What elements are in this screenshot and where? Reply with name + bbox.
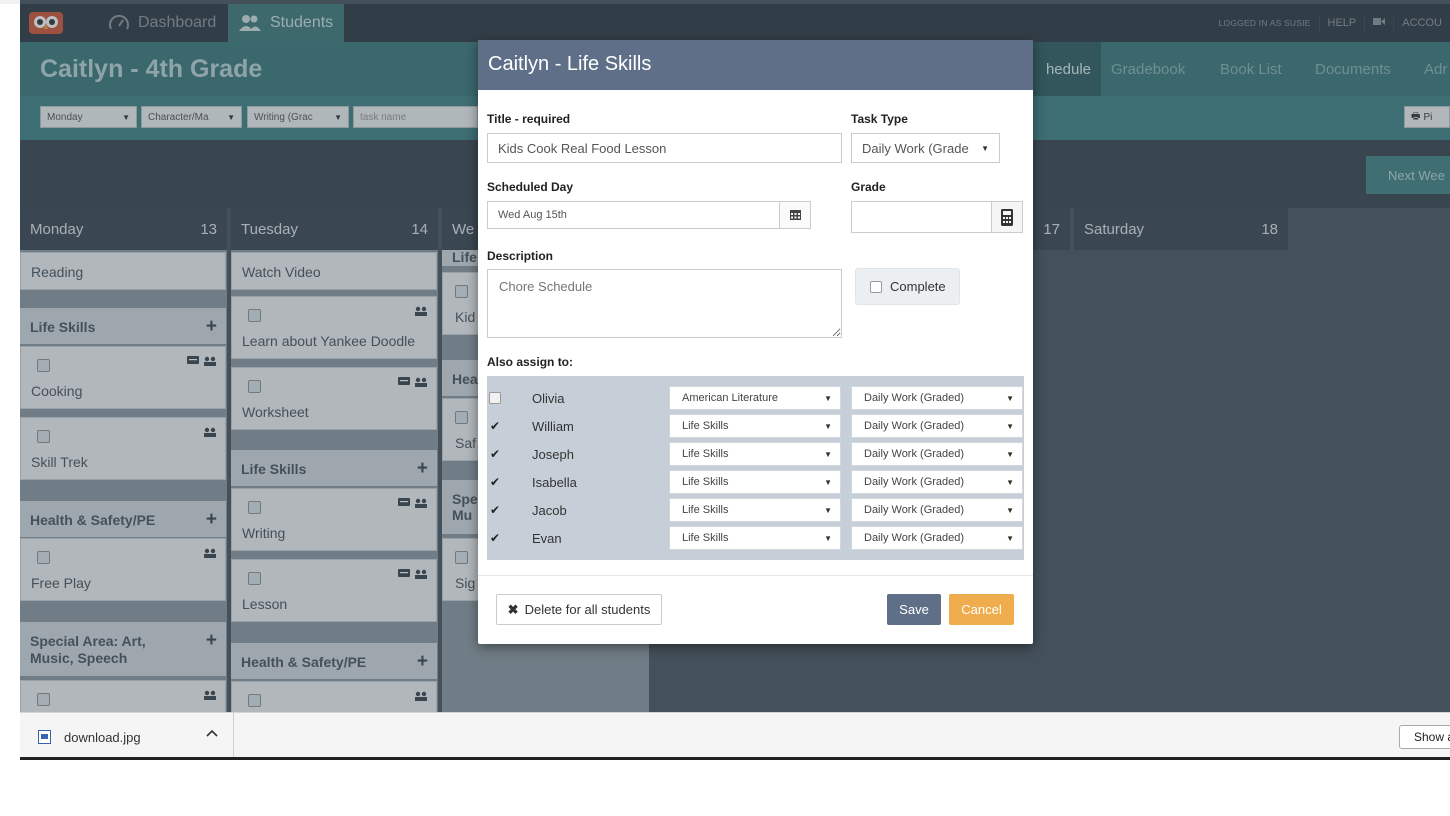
scheduled-day-label: Scheduled Day: [487, 180, 574, 194]
task-type-label: Task Type: [851, 112, 908, 126]
caret-down-icon: ▼: [824, 449, 832, 459]
task-type-value: Daily Work (Graded): [864, 504, 965, 516]
subject-value: Life Skills: [682, 532, 729, 544]
modal-title: Caitlyn - Life Skills: [478, 40, 1033, 90]
complete-label: Complete: [890, 279, 946, 294]
subject-select[interactable]: American Literature ▼: [669, 386, 841, 410]
student-name: Olivia: [532, 391, 565, 406]
show-all-button[interactable]: Show a: [1399, 725, 1450, 749]
modal-divider: [478, 575, 1033, 576]
task-type-value: Daily Work (Graded): [864, 476, 965, 488]
subject-value: Life Skills: [682, 476, 729, 488]
complete-toggle[interactable]: Complete: [855, 268, 960, 305]
task-type-select[interactable]: Daily Work (Graded) ▼: [851, 442, 1023, 466]
also-assign-label: Also assign to:: [487, 355, 574, 369]
download-item[interactable]: download.jpg: [20, 713, 234, 760]
subject-select[interactable]: Life Skills ▼: [669, 442, 841, 466]
task-type-select[interactable]: Daily Work (Graded) ▼: [851, 386, 1023, 410]
assign-checkbox-checked[interactable]: ✔: [489, 475, 501, 489]
image-file-icon: [38, 730, 51, 744]
scheduled-day-value: Wed Aug 15th: [498, 209, 567, 221]
assign-row-joseph: ✔ Joseph Life Skills ▼ Daily Work (Graded…: [487, 440, 1024, 468]
delete-all-button[interactable]: ✖ Delete for all students: [496, 594, 662, 625]
student-name: Joseph: [532, 447, 574, 462]
close-icon: ✖: [507, 601, 519, 617]
assign-students-panel: Olivia American Literature ▼ Daily Work (…: [487, 376, 1024, 560]
subject-value: American Literature: [682, 392, 778, 404]
student-name: William: [532, 419, 574, 434]
subject-select[interactable]: Life Skills ▼: [669, 526, 841, 550]
app-window: Dashboard Students LOGGED IN AS SUSIE HE…: [20, 0, 1450, 760]
subject-select[interactable]: Life Skills ▼: [669, 498, 841, 522]
caret-down-icon: ▼: [1006, 449, 1014, 459]
description-label: Description: [487, 249, 554, 263]
task-type-value: Daily Work (Grade: [862, 140, 969, 156]
caret-down-icon: ▼: [824, 505, 832, 515]
task-type-value: Daily Work (Graded): [864, 532, 965, 544]
download-filename: download.jpg: [64, 729, 141, 745]
title-label: Title - required: [487, 112, 571, 126]
caret-down-icon: ▼: [1006, 477, 1014, 487]
task-type-value: Daily Work (Graded): [864, 392, 965, 404]
save-button[interactable]: Save: [887, 594, 941, 625]
assign-checkbox-checked[interactable]: ✔: [489, 419, 501, 433]
caret-down-icon: ▼: [824, 421, 832, 431]
assign-row-william: ✔ William Life Skills ▼ Daily Work (Grade…: [487, 412, 1024, 440]
assign-checkbox-checked[interactable]: ✔: [489, 503, 501, 517]
assign-row-jacob: ✔ Jacob Life Skills ▼ Daily Work (Graded)…: [487, 496, 1024, 524]
task-type-select[interactable]: Daily Work (Graded) ▼: [851, 526, 1023, 550]
subject-value: Life Skills: [682, 448, 729, 460]
chevron-up-icon[interactable]: [206, 729, 218, 737]
caret-down-icon: ▼: [981, 143, 989, 153]
grade-input[interactable]: [851, 201, 1023, 233]
scheduled-day-input[interactable]: Wed Aug 15th: [487, 201, 811, 229]
subject-select[interactable]: Life Skills ▼: [669, 414, 841, 438]
caret-down-icon: ▼: [1006, 533, 1014, 543]
calculator-icon[interactable]: [991, 202, 1022, 232]
student-name: Evan: [532, 531, 562, 546]
assign-row-evan: ✔ Evan Life Skills ▼ Daily Work (Graded) ▼: [487, 524, 1024, 552]
downloads-bar: download.jpg Show a: [20, 712, 1450, 760]
subject-value: Life Skills: [682, 504, 729, 516]
assign-checkbox-checked[interactable]: ✔: [489, 531, 501, 545]
subject-select[interactable]: Life Skills ▼: [669, 470, 841, 494]
complete-checkbox[interactable]: [870, 280, 882, 293]
assign-row-olivia: Olivia American Literature ▼ Daily Work (…: [487, 384, 1024, 412]
description-textarea[interactable]: [487, 269, 842, 338]
task-modal: Caitlyn - Life Skills Title - required T…: [478, 40, 1033, 644]
caret-down-icon: ▼: [824, 533, 832, 543]
task-type-value: Daily Work (Graded): [864, 420, 965, 432]
caret-down-icon: ▼: [1006, 393, 1014, 403]
assign-checkbox[interactable]: [489, 392, 501, 404]
student-name: Isabella: [532, 475, 577, 490]
taskbar-strip: [20, 757, 1450, 760]
student-name: Jacob: [532, 503, 567, 518]
subject-value: Life Skills: [682, 420, 729, 432]
caret-down-icon: ▼: [1006, 421, 1014, 431]
title-input[interactable]: [487, 133, 842, 163]
task-type-select[interactable]: Daily Work (Graded) ▼: [851, 414, 1023, 438]
calendar-icon[interactable]: [779, 202, 810, 228]
delete-label: Delete for all students: [524, 602, 651, 617]
assign-checkbox-checked[interactable]: ✔: [489, 447, 501, 461]
caret-down-icon: ▼: [824, 477, 832, 487]
caret-down-icon: ▼: [824, 393, 832, 403]
task-type-select[interactable]: Daily Work (Graded) ▼: [851, 470, 1023, 494]
grade-label: Grade: [851, 180, 886, 194]
task-type-select[interactable]: Daily Work (Graded) ▼: [851, 498, 1023, 522]
caret-down-icon: ▼: [1006, 505, 1014, 515]
task-type-select[interactable]: Daily Work (Grade ▼: [851, 133, 1000, 163]
task-type-value: Daily Work (Graded): [864, 448, 965, 460]
assign-row-isabella: ✔ Isabella Life Skills ▼ Daily Work (Grad…: [487, 468, 1024, 496]
cancel-button[interactable]: Cancel: [949, 594, 1014, 625]
